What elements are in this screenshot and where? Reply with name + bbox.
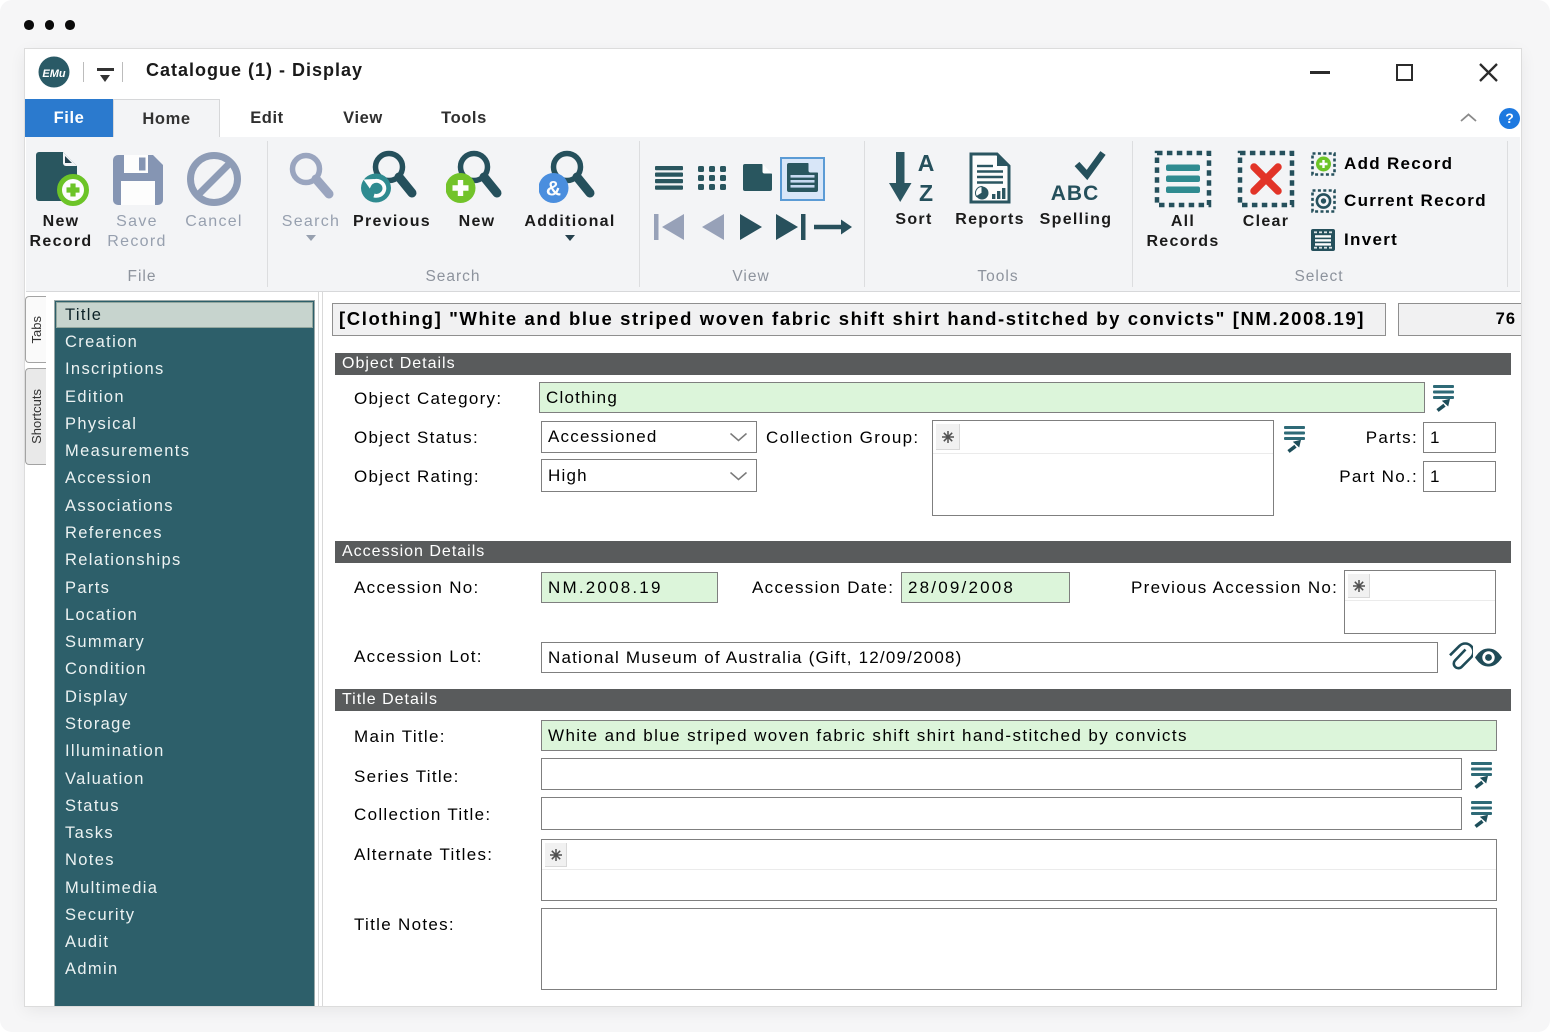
svg-text:EMu: EMu xyxy=(42,68,66,80)
svg-text:ABC: ABC xyxy=(1051,182,1100,205)
svg-text:A: A xyxy=(918,150,935,176)
svg-text:Z: Z xyxy=(919,180,933,206)
svg-text:&: & xyxy=(546,178,561,201)
